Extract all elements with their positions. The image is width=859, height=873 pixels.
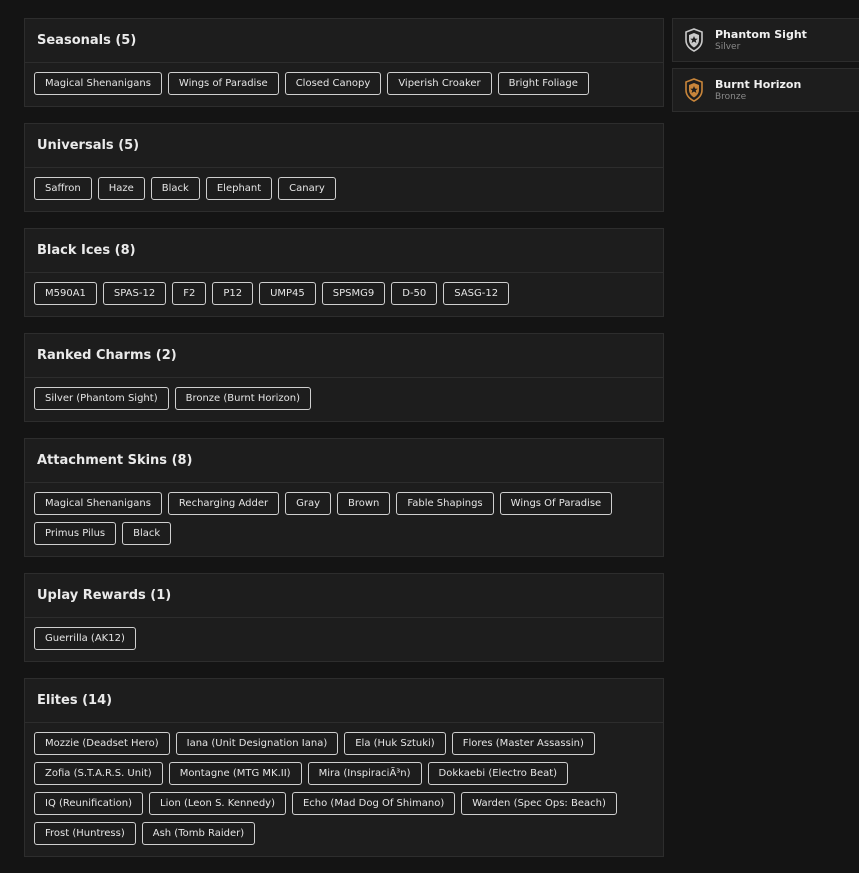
section-title: Elites (14): [25, 679, 663, 723]
item-tag[interactable]: IQ (Reunification): [34, 792, 143, 815]
item-tag[interactable]: Guerrilla (AK12): [34, 627, 136, 650]
item-tag[interactable]: Saffron: [34, 177, 92, 200]
item-tag[interactable]: Ash (Tomb Raider): [141, 822, 256, 845]
item-tag[interactable]: Recharging Adder: [167, 492, 280, 515]
item-tag[interactable]: Canary: [278, 177, 336, 200]
section-title: Uplay Rewards (1): [25, 574, 663, 618]
item-tag[interactable]: Iana (Unit Designation Iana): [175, 732, 339, 755]
rank-text: Burnt Horizon Bronze: [715, 78, 801, 103]
item-tag[interactable]: Frost (Huntress): [34, 822, 136, 845]
item-tag[interactable]: Magical Shenanigans: [34, 72, 162, 95]
item-tag[interactable]: Zofia (S.T.A.R.S. Unit): [34, 762, 163, 785]
rank-season-name: Phantom Sight: [715, 27, 807, 41]
item-tag[interactable]: Primus Pilus: [34, 522, 117, 545]
item-tag[interactable]: SPSMG9: [321, 282, 386, 305]
collection-list: Seasonals (5) Magical Shenanigans Wings of…: [24, 18, 664, 873]
rank-tier: Bronze: [715, 91, 747, 102]
item-tag[interactable]: Gray: [285, 492, 331, 515]
item-tag[interactable]: Fable Shapings: [396, 492, 494, 515]
section-seasonals: Seasonals (5) Magical Shenanigans Wings of…: [24, 18, 664, 107]
item-tag[interactable]: Wings of Paradise: [167, 72, 279, 95]
item-tag[interactable]: Silver (Phantom Sight): [34, 387, 169, 410]
rank-text: Phantom Sight Silver: [715, 28, 807, 53]
item-tag[interactable]: Dokkaebi (Electro Beat): [427, 762, 569, 785]
section-title: Black Ices (8): [25, 229, 663, 273]
tag-list: Guerrilla (AK12): [25, 618, 663, 661]
item-tag[interactable]: Warden (Spec Ops: Beach): [461, 792, 617, 815]
item-tag[interactable]: P12: [212, 282, 254, 305]
section-attachment-skins: Attachment Skins (8) Magical Shenanigans R…: [24, 438, 664, 557]
item-tag[interactable]: Closed Canopy: [284, 72, 382, 95]
rank-card[interactable]: Phantom Sight Silver: [672, 18, 859, 62]
section-black-ices: Black Ices (8) M590A1 SPAS-12 F2 P12 UMP45 SPS…: [24, 228, 664, 317]
item-tag[interactable]: Black: [122, 522, 172, 545]
item-tag[interactable]: Viperish Croaker: [387, 72, 492, 95]
item-tag[interactable]: Mozzie (Deadset Hero): [34, 732, 170, 755]
tag-list: Magical Shenanigans Recharging Adder Gray B…: [25, 483, 663, 556]
item-tag[interactable]: Bronze (Burnt Horizon): [174, 387, 311, 410]
bronze-rank-badge-icon: [684, 78, 704, 102]
item-tag[interactable]: Montagne (MTG MK.II): [168, 762, 302, 785]
item-tag[interactable]: Brown: [337, 492, 391, 515]
item-tag[interactable]: Bright Foliage: [497, 72, 589, 95]
item-tag[interactable]: Wings Of Paradise: [499, 492, 613, 515]
tag-list: Saffron Haze Black Elephant Canary: [25, 168, 663, 211]
item-tag[interactable]: Mira (InspiraciÃ³n): [307, 762, 422, 785]
section-ranked-charms: Ranked Charms (2) Silver (Phantom Sight) B…: [24, 333, 664, 422]
item-tag[interactable]: UMP45: [259, 282, 316, 305]
tag-list: Magical Shenanigans Wings of Paradise Clos…: [25, 63, 663, 106]
tag-list: Mozzie (Deadset Hero) Iana (Unit Designat…: [25, 723, 663, 856]
section-title: Attachment Skins (8): [25, 439, 663, 483]
section-title: Seasonals (5): [25, 19, 663, 63]
item-tag[interactable]: F2: [172, 282, 207, 305]
section-uplay-rewards: Uplay Rewards (1) Guerrilla (AK12): [24, 573, 664, 662]
item-tag[interactable]: Flores (Master Assassin): [451, 732, 595, 755]
item-tag[interactable]: Black: [150, 177, 200, 200]
item-tag[interactable]: Echo (Mad Dog Of Shimano): [291, 792, 456, 815]
item-tag[interactable]: Haze: [97, 177, 145, 200]
section-universals: Universals (5) Saffron Haze Black Elephant Ca…: [24, 123, 664, 212]
silver-rank-badge-icon: [684, 28, 704, 52]
ranked-history-panel: Phantom Sight Silver Burnt Horizon Bronze: [672, 18, 859, 118]
rank-season-name: Burnt Horizon: [715, 77, 802, 91]
item-tag[interactable]: SPAS-12: [102, 282, 167, 305]
section-title: Universals (5): [25, 124, 663, 168]
item-tag[interactable]: Ela (Huk Sztuki): [344, 732, 446, 755]
item-tag[interactable]: Elephant: [205, 177, 273, 200]
item-tag[interactable]: Lion (Leon S. Kennedy): [149, 792, 286, 815]
item-tag[interactable]: SASG-12: [443, 282, 510, 305]
item-tag[interactable]: M590A1: [34, 282, 97, 305]
tag-list: Silver (Phantom Sight) Bronze (Burnt Hori…: [25, 378, 663, 421]
rank-card[interactable]: Burnt Horizon Bronze: [672, 68, 859, 112]
section-elites: Elites (14) Mozzie (Deadset Hero) Iana (Un…: [24, 678, 664, 857]
item-tag[interactable]: D-50: [391, 282, 438, 305]
section-title: Ranked Charms (2): [25, 334, 663, 378]
item-tag[interactable]: Magical Shenanigans: [34, 492, 162, 515]
rank-tier: Silver: [715, 41, 741, 52]
tag-list: M590A1 SPAS-12 F2 P12 UMP45 SPSMG9 D-50 SASG-12: [25, 273, 663, 316]
